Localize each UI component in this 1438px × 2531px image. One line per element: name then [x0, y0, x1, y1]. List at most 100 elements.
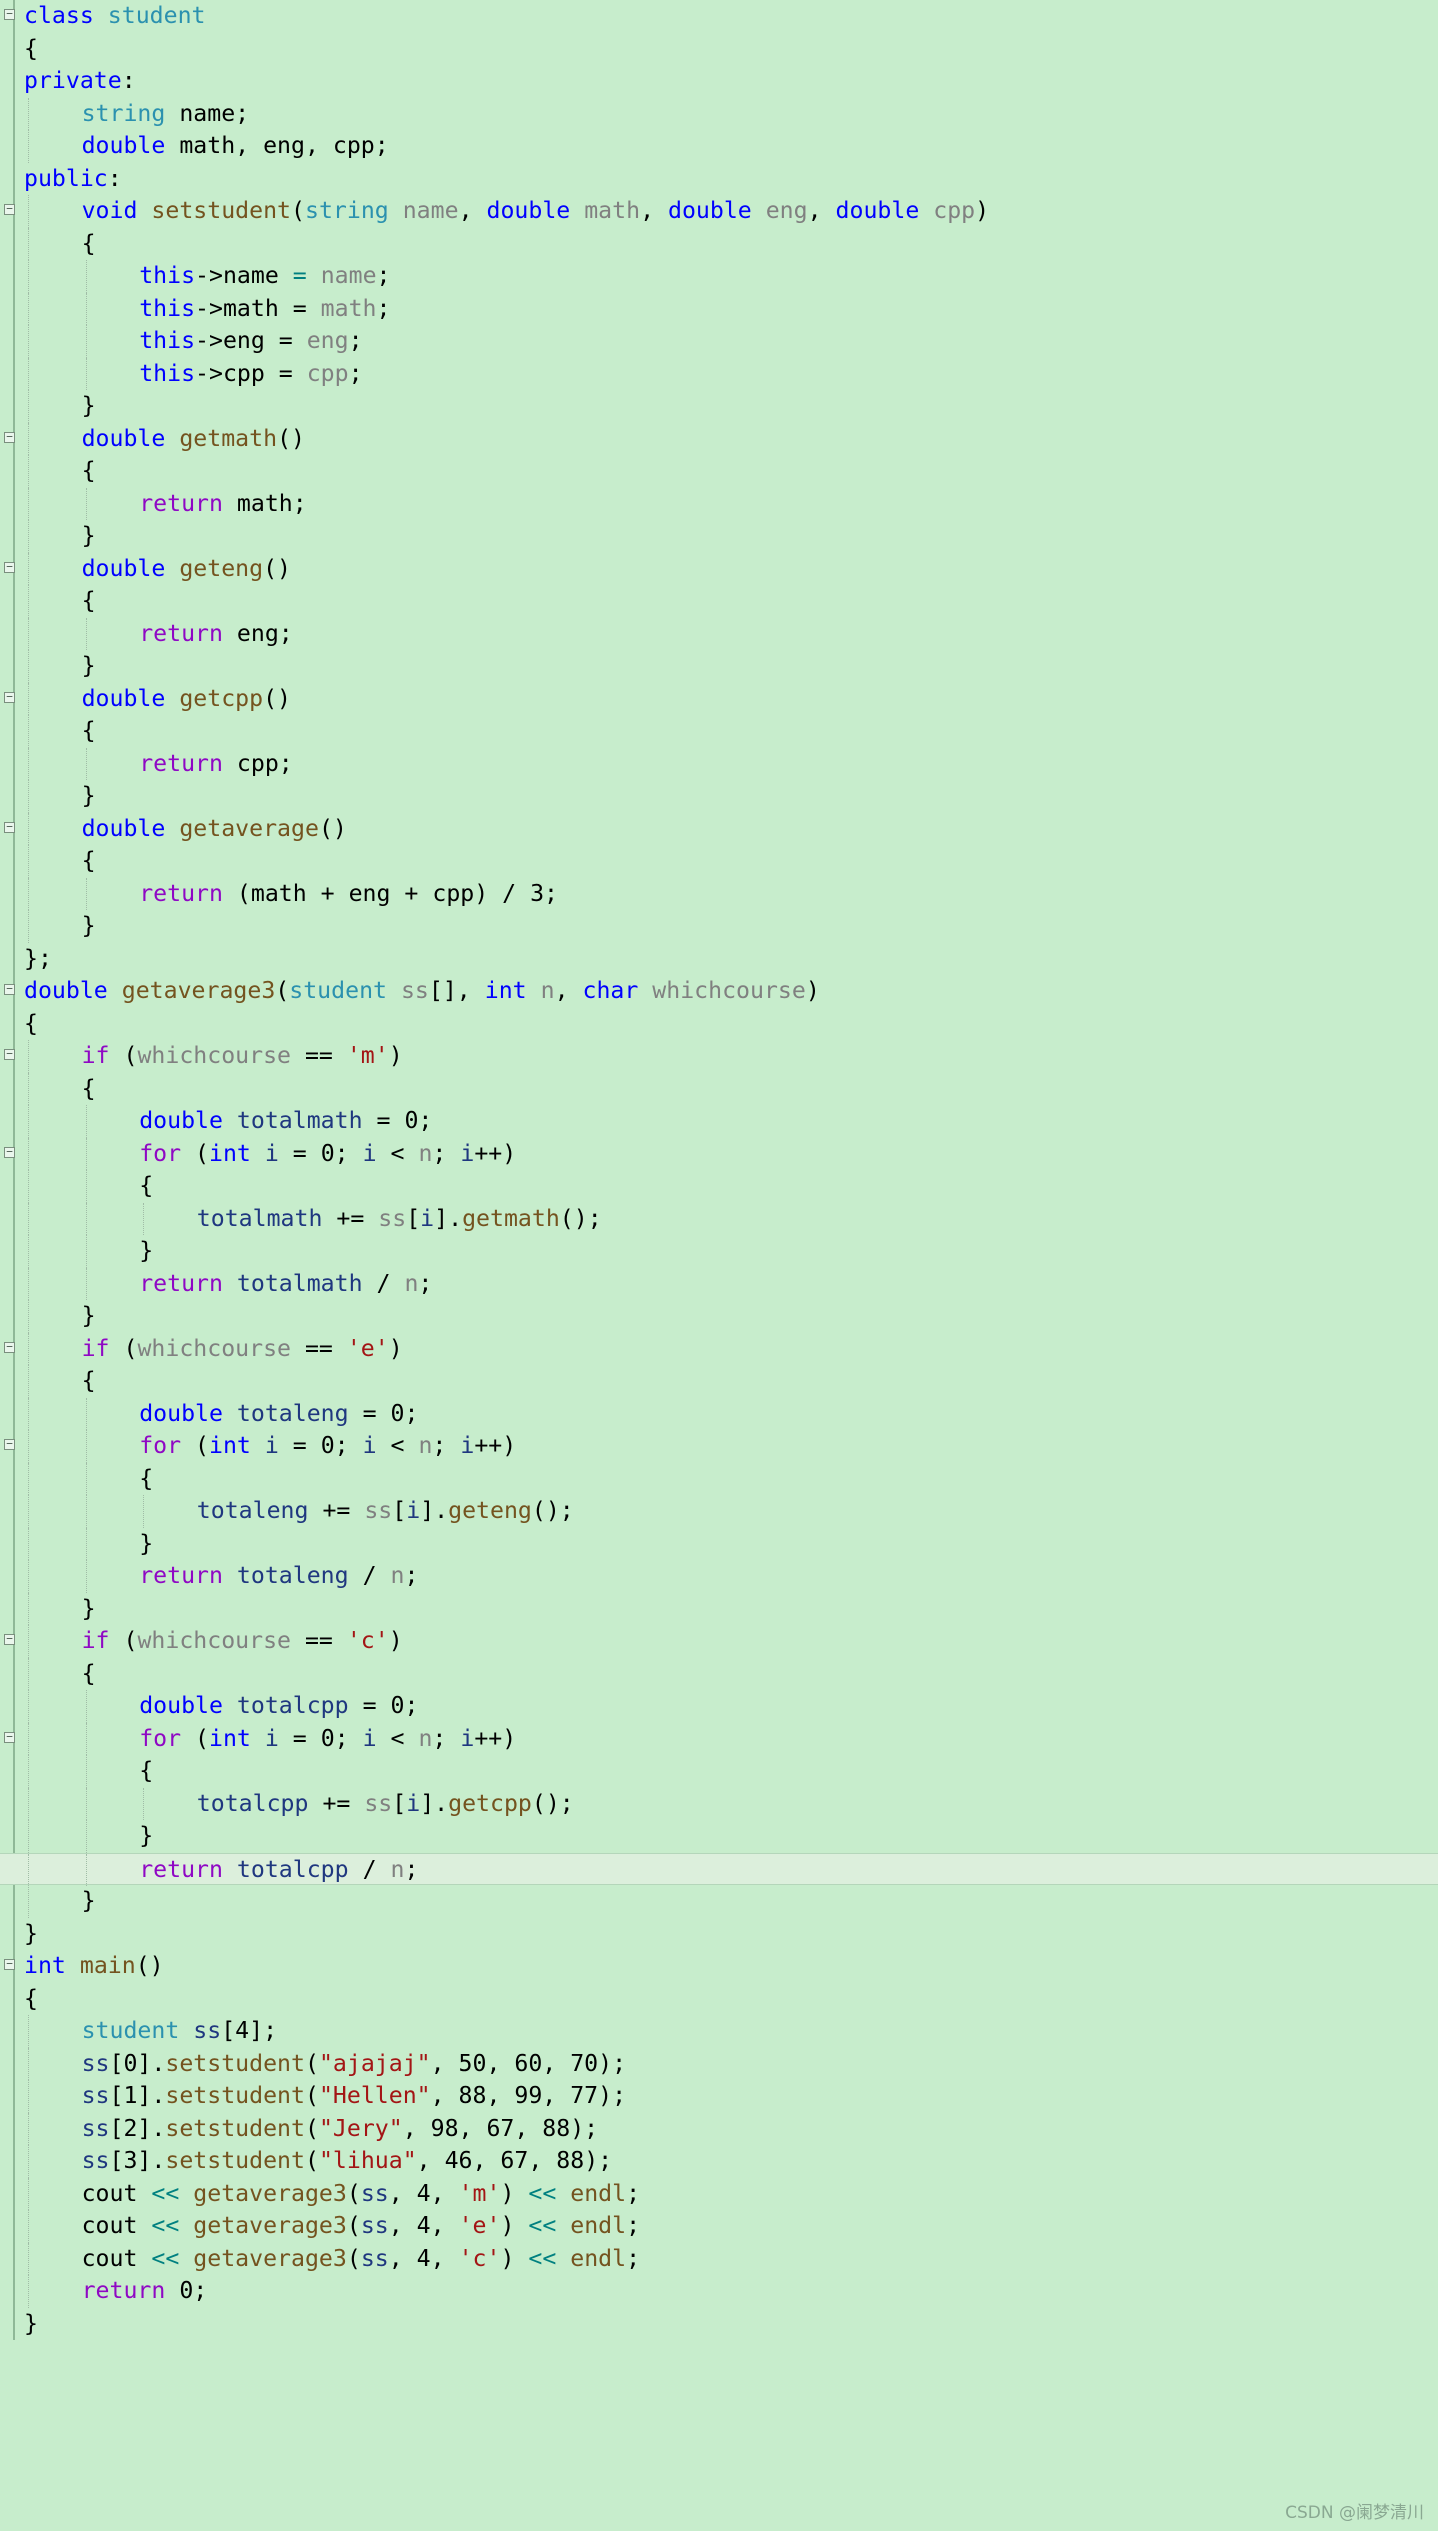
code-line[interactable]: }	[0, 390, 1438, 423]
code-line[interactable]: this->cpp = cpp;	[0, 357, 1438, 390]
collapse-region-icon[interactable]: −	[4, 1048, 15, 1060]
code-line[interactable]: double totalcpp = 0;	[0, 1690, 1438, 1723]
collapse-region-icon[interactable]: −	[4, 561, 15, 573]
collapse-region-icon[interactable]: −	[4, 203, 15, 215]
code-editor[interactable]: − class student{private: string name; doubl…	[0, 0, 1438, 2340]
code-line[interactable]: {	[0, 845, 1438, 878]
code-line[interactable]: cout << getaverage3(ss, 4, 'm') << endl;	[0, 2177, 1438, 2211]
collapse-region-icon[interactable]: −	[4, 1731, 15, 1743]
code-line[interactable]: return (math + eng + cpp) / 3;	[0, 877, 1438, 910]
code-line[interactable]: }	[0, 1235, 1438, 1268]
collapse-region-icon[interactable]: −	[4, 1341, 15, 1353]
code-line[interactable]: {	[0, 1008, 1438, 1041]
collapse-region-icon[interactable]: −	[4, 1633, 15, 1645]
collapse-region-icon[interactable]: −	[4, 983, 15, 995]
code-line[interactable]: public:	[0, 163, 1438, 196]
code-line[interactable]: − void setstudent(string name, double mat…	[0, 195, 1438, 228]
code-line[interactable]: cout << getaverage3(ss, 4, 'c') << endl;	[0, 2242, 1438, 2275]
code-line[interactable]: }	[0, 780, 1438, 813]
code-line[interactable]: return totalmath / n;	[0, 1267, 1438, 1300]
code-line[interactable]: return math;	[0, 487, 1438, 520]
code-line[interactable]: − double geteng()	[0, 552, 1438, 585]
code-line[interactable]: this->name = name;	[0, 260, 1438, 293]
code-token: endl	[570, 2212, 627, 2239]
code-line[interactable]: − class student	[0, 0, 1438, 33]
code-line[interactable]: − double getaverage3(student ss[], int n,…	[0, 975, 1438, 1008]
code-line[interactable]: double math, eng, cpp;	[0, 130, 1438, 163]
code-token: getcpp	[448, 1789, 532, 1817]
code-line[interactable]: };	[0, 943, 1438, 976]
collapse-region-icon[interactable]: −	[4, 1146, 15, 1158]
code-token: {	[81, 847, 96, 874]
code-line[interactable]: this->math = math;	[0, 292, 1438, 325]
code-line[interactable]: ss[1].setstudent("Hellen", 88, 99, 77);	[0, 2080, 1438, 2113]
collapse-region-icon[interactable]: −	[4, 1438, 15, 1450]
code-line[interactable]: }	[0, 650, 1438, 683]
code-line[interactable]: }	[0, 1527, 1438, 1560]
code-line[interactable]: totalcpp += ss[i].getcpp();	[0, 1787, 1438, 1820]
code-line[interactable]: return cpp;	[0, 747, 1438, 780]
code-line[interactable]: string name;	[0, 97, 1438, 131]
code-line[interactable]: }	[0, 1885, 1438, 1918]
code-line[interactable]: double totalmath = 0;	[0, 1105, 1438, 1138]
code-line[interactable]: return eng;	[0, 617, 1438, 650]
code-line[interactable]: {	[0, 1072, 1438, 1105]
code-line[interactable]: student ss[4];	[0, 2015, 1438, 2048]
code-line[interactable]: − double getcpp()	[0, 682, 1438, 715]
code-line[interactable]: {	[0, 1170, 1438, 1203]
code-line[interactable]: }	[0, 910, 1438, 943]
code-line[interactable]: − if (whichcourse == 'e')	[0, 1332, 1438, 1365]
code-token: ss	[193, 2017, 222, 2044]
collapse-region-icon[interactable]: −	[4, 821, 15, 833]
code-line[interactable]: − for (int i = 0; i < n; i++)	[0, 1430, 1438, 1463]
code-line[interactable]: return 0;	[0, 2275, 1438, 2308]
code-line[interactable]: double totaleng = 0;	[0, 1397, 1438, 1430]
code-line[interactable]: {	[0, 33, 1438, 66]
code-line[interactable]: {	[0, 1755, 1438, 1788]
code-line[interactable]: }	[0, 2308, 1438, 2341]
code-line[interactable]: }	[0, 1300, 1438, 1333]
code-line[interactable]: private:	[0, 65, 1438, 98]
collapse-region-icon[interactable]: −	[4, 431, 15, 443]
code-token: return	[81, 2277, 166, 2304]
code-line[interactable]: {	[0, 455, 1438, 488]
code-line[interactable]: {	[0, 1365, 1438, 1398]
code-line[interactable]: totalmath += ss[i].getmath();	[0, 1202, 1438, 1235]
code-line[interactable]: ss[0].setstudent("ajajaj", 50, 60, 70);	[0, 2047, 1438, 2080]
code-token: name;	[165, 99, 250, 127]
code-line[interactable]: {	[0, 1657, 1438, 1690]
code-line[interactable]: − for (int i = 0; i < n; i++)	[0, 1137, 1438, 1170]
code-token: return	[139, 1562, 223, 1589]
code-text: string name;	[82, 98, 250, 131]
code-line[interactable]: − int main()	[0, 1950, 1438, 1983]
code-line[interactable]: − if (whichcourse == 'm')	[0, 1040, 1438, 1073]
collapse-region-icon[interactable]: −	[4, 1958, 15, 1970]
code-line[interactable]: {	[0, 227, 1438, 260]
code-line[interactable]: }	[0, 520, 1438, 553]
code-token: }	[81, 1594, 96, 1622]
code-line[interactable]: totaleng += ss[i].geteng();	[0, 1495, 1438, 1528]
code-token: [1].	[109, 2082, 166, 2109]
code-line[interactable]: }	[0, 1820, 1438, 1853]
collapse-region-icon[interactable]: −	[4, 691, 15, 703]
code-line[interactable]: − for (int i = 0; i < n; i++)	[0, 1722, 1438, 1755]
code-line[interactable]: {	[0, 585, 1438, 618]
code-line[interactable]: − if (whichcourse == 'c')	[0, 1625, 1438, 1658]
code-line[interactable]: {	[0, 715, 1438, 748]
code-text: cout << getaverage3(ss, 4, 'm') << endl;	[82, 2178, 640, 2211]
code-line[interactable]: {	[0, 1462, 1438, 1495]
code-line[interactable]: }	[0, 1918, 1438, 1951]
indent-guide	[28, 780, 29, 813]
code-line[interactable]: }	[0, 1592, 1438, 1625]
code-line[interactable]: return totaleng / n;	[0, 1560, 1438, 1593]
code-line[interactable]: ss[2].setstudent("Jery", 98, 67, 88);	[0, 2112, 1438, 2145]
code-line[interactable]: − double getaverage()	[0, 812, 1438, 845]
collapse-region-icon[interactable]: −	[4, 8, 15, 20]
code-line[interactable]: return totalcpp / n;	[0, 1852, 1438, 1886]
code-line[interactable]: ss[3].setstudent("lihua", 46, 67, 88);	[0, 2145, 1438, 2178]
code-line[interactable]: this->eng = eng;	[0, 325, 1438, 358]
code-line[interactable]: − double getmath()	[0, 422, 1438, 455]
code-line[interactable]: {	[0, 1983, 1438, 2016]
code-line[interactable]: cout << getaverage3(ss, 4, 'e') << endl;	[0, 2210, 1438, 2243]
